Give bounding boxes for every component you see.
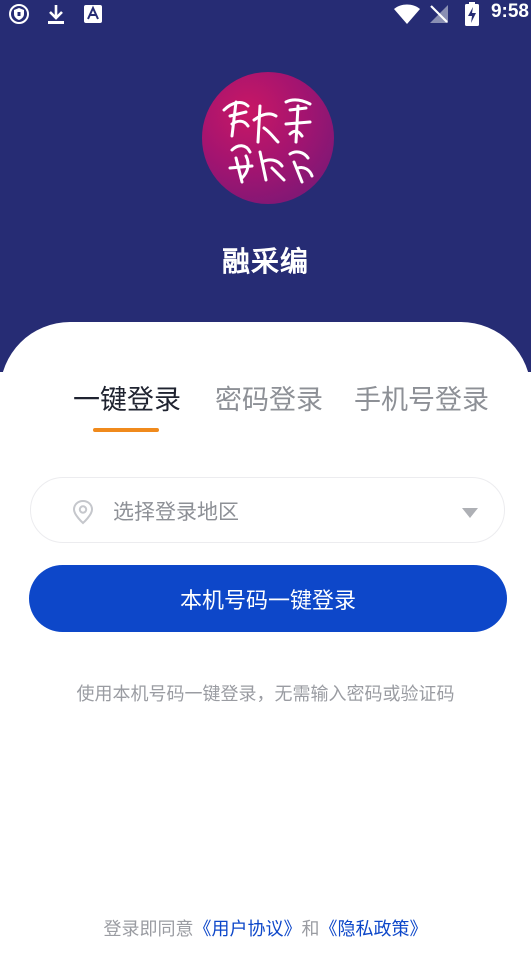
region-label: 选择登录地区 [113,500,239,524]
location-pin-icon [71,499,95,525]
tab-phone-login[interactable]: 手机号登录 [354,378,489,417]
agreement-prefix: 登录即同意 [103,919,194,940]
calligraphy-logo-icon [202,72,334,204]
font-a-icon [82,3,104,25]
tab-one-click-login[interactable]: 一键登录 [73,378,181,417]
no-signal-icon [428,3,450,25]
tab-password-login[interactable]: 密码登录 [215,378,323,417]
download-icon [45,3,67,25]
triangle-down-icon [461,504,479,518]
agreement-conjunction: 和 [301,919,320,940]
agreement-text: 登录即同意《用户协议》和《隐私政策》 [0,915,531,941]
app-name: 融采编 [221,245,309,278]
login-screen: 9:58 融采编 一键登录 密码登录 手机号登录 选择登录地区 本机号码一键登录… [0,0,531,962]
active-tab-indicator [93,428,159,432]
wifi-icon [393,3,421,25]
one-click-login-button[interactable]: 本机号码一键登录 [29,565,507,632]
privacy-policy-link[interactable]: 《隐私政策》 [320,919,428,940]
battery-charging-icon [461,2,483,26]
login-hint: 使用本机号码一键登录，无需输入密码或验证码 [76,684,455,705]
status-bar: 9:58 [0,0,531,30]
status-time: 9:58 [490,1,529,22]
vpn-shield-icon [8,3,30,25]
user-agreement-link[interactable]: 《用户协议》 [194,919,302,940]
login-card [0,322,531,962]
region-select[interactable]: 选择登录地区 [30,477,505,543]
